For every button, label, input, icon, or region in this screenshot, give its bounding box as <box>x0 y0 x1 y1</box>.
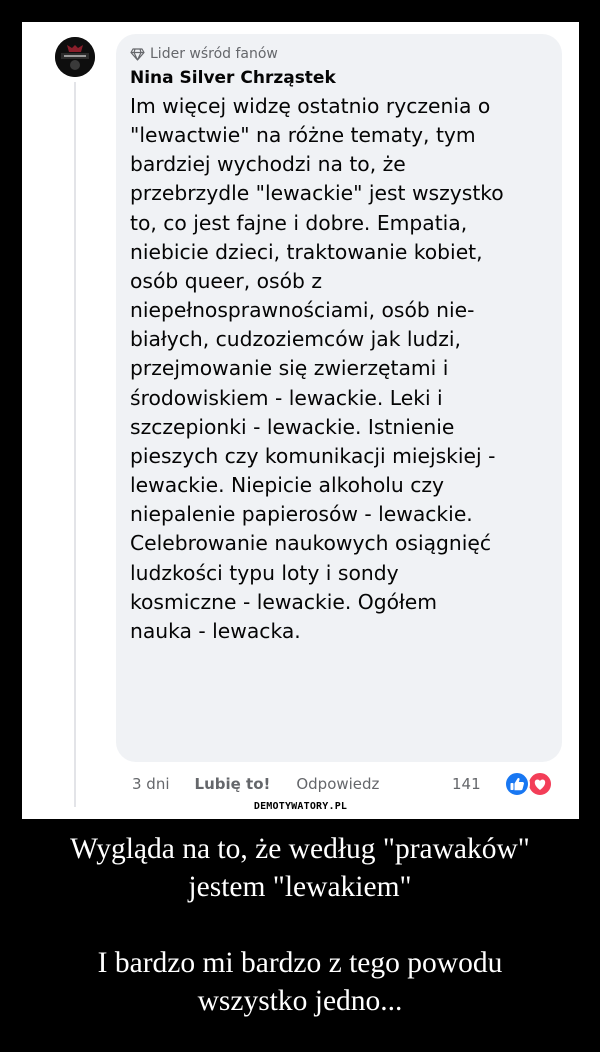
comment-line: środowiskiem - lewackie. Leki i <box>130 385 443 410</box>
reaction-count[interactable]: 141 <box>452 775 481 793</box>
comment-line: lewackie. Niepicie alkoholu czy <box>130 473 445 498</box>
comment-line: pieszych czy komunikacji miejskiej - <box>130 443 496 468</box>
author-name[interactable]: Nina Silver Chrząstek <box>130 68 336 88</box>
love-icon <box>527 771 553 797</box>
comment-line: Im więcej widzę ostatnio ryczenia o <box>130 94 491 118</box>
watermark: DEMOTYWATORY.PL <box>253 801 348 812</box>
comment-line: "lewactwie" na różne tematy, tym <box>130 123 476 148</box>
comment-line: to, co jest fajne i dobre. Empatia, <box>130 210 468 235</box>
comment-line: bardziej wychodzi na to, że <box>130 152 406 177</box>
reply-button[interactable]: Odpowiedz <box>296 775 379 793</box>
comment-line: ludzkości typu loty i sondy <box>130 560 399 585</box>
comment-bubble: Lider wśród fanów Nina Silver Chrząstek … <box>116 34 562 762</box>
diamond-icon <box>130 47 145 61</box>
comment-actions: 3 dni Lubię to! Odpowiedz <box>132 775 379 793</box>
like-icon <box>504 771 530 797</box>
comment-text: Im więcej widzę ostatnio ryczenia o "lewa… <box>130 92 560 646</box>
caption-line-1: Wygląda na to, że według "prawaków" <box>70 833 530 865</box>
comment-line: kosmiczne - lewackie. Ogółem <box>130 589 438 614</box>
caption-line-3: I bardzo mi bardzo z tego powodu <box>97 947 503 979</box>
comment-line: niepalenie papierosów - lewackie. <box>130 502 473 527</box>
comment-line: niepełnosprawnościami, osób nie- <box>130 298 475 323</box>
comment-line: białych, cudzoziemców jak ludzi, <box>130 327 461 352</box>
caption-line-2: jestem "lewakiem" <box>188 871 412 903</box>
screenshot-card: Lider wśród fanów Nina Silver Chrząstek … <box>22 22 579 819</box>
like-button[interactable]: Lubię to! <box>195 775 271 793</box>
caption-line-4: wszystko jedno... <box>197 985 403 1017</box>
comment-line: szczepionki - lewackie. Istnienie <box>130 414 455 439</box>
comment-time[interactable]: 3 dni <box>132 775 170 793</box>
comment-line: niebicie dzieci, traktowanie kobiet, <box>130 239 483 264</box>
comment-line: przebrzydle "lewackie" jest wszystko <box>130 181 504 206</box>
thread-line <box>74 82 76 807</box>
avatar-image <box>55 37 95 77</box>
reactions[interactable] <box>499 771 555 797</box>
avatar[interactable] <box>55 37 95 77</box>
comment-line: Celebrowanie naukowych osiągnięć <box>130 531 491 556</box>
badge-label: Lider wśród fanów <box>150 46 278 62</box>
caption: Wygląda na to, że według "prawaków" jest… <box>0 830 600 1020</box>
comment-line: osób queer, osób z <box>130 268 322 293</box>
fan-badge: Lider wśród fanów <box>130 46 278 62</box>
comment-line: nauka - lewacka. <box>130 618 301 643</box>
comment-line: przejmowanie się zwierzętami i <box>130 356 449 381</box>
